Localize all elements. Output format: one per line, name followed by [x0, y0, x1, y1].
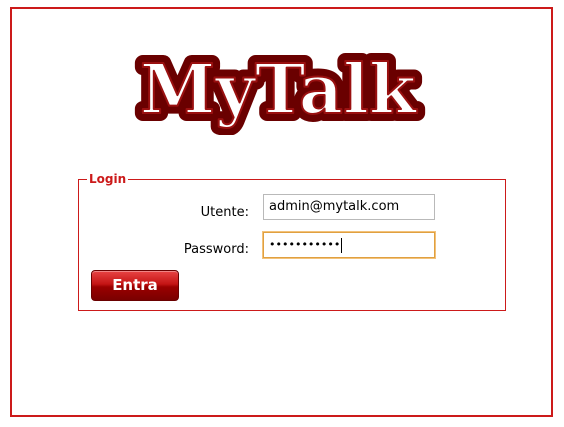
entra-button[interactable]: Entra [91, 270, 179, 301]
utente-input[interactable]: admin@mytalk.com [263, 194, 435, 220]
login-fieldset: Login Utente: admin@mytalk.com Password:… [78, 171, 506, 311]
password-input-value: ••••••••••• [269, 238, 341, 251]
utente-input-value: admin@mytalk.com [269, 199, 400, 214]
password-label: Password: [183, 242, 249, 257]
text-caret [341, 237, 343, 253]
login-legend: Login [87, 171, 129, 187]
page-frame: MyTalk MyTalk Login Utente: admin@mytalk… [10, 7, 553, 417]
mytalk-logo: MyTalk MyTalk [128, 45, 428, 135]
password-input[interactable]: ••••••••••• [263, 232, 435, 258]
utente-label: Utente: [200, 205, 249, 220]
logo-graphic: MyTalk MyTalk [132, 45, 426, 135]
logo-text: MyTalk [140, 50, 418, 130]
